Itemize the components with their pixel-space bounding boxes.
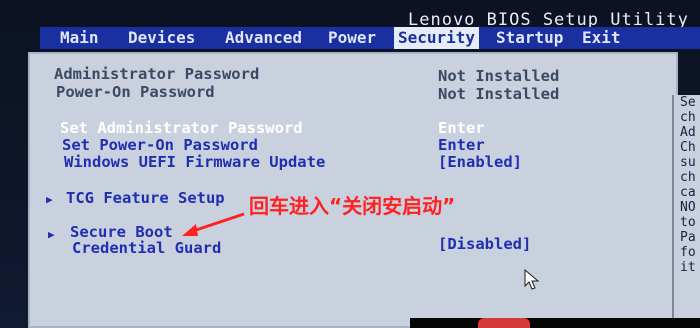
bios-screen: Lenovo BIOS Setup Utility Main Devices A… <box>0 0 700 328</box>
bottom-red-object <box>478 318 530 328</box>
help-line: Ch <box>680 140 696 155</box>
help-line: fo <box>680 245 696 260</box>
uefi-firmware-update[interactable]: Windows UEFI Firmware Update <box>64 153 325 171</box>
menu-power[interactable]: Power <box>328 27 376 49</box>
annotation-text: 回车进入“关闭安启动” <box>249 194 456 218</box>
admin-password-value: Not Installed <box>438 67 560 85</box>
set-admin-password[interactable]: Set Administrator Password <box>60 119 303 137</box>
menu-exit[interactable]: Exit <box>582 27 621 49</box>
tcg-submenu-arrow-icon: ▶ <box>46 193 53 206</box>
poweron-password-label: Power-On Password <box>56 83 215 101</box>
help-line: Se <box>680 95 696 110</box>
help-line: to <box>680 215 696 230</box>
help-line: Pa <box>680 230 696 245</box>
bottom-bezel <box>410 318 700 328</box>
help-line: NO <box>680 200 696 215</box>
help-line: ca <box>680 185 696 200</box>
menu-security[interactable]: Security <box>394 27 480 49</box>
uefi-firmware-update-value[interactable]: [Enabled] <box>438 153 522 171</box>
help-line: su <box>680 155 696 170</box>
help-panel: Se ch Ad Ch su ch ca NO to Pa fo it <box>672 95 700 328</box>
help-line: ch <box>680 110 696 125</box>
set-admin-password-value: Enter <box>438 119 485 137</box>
help-line: it <box>680 260 696 275</box>
help-line: ch <box>680 170 696 185</box>
tcg-feature-setup[interactable]: TCG Feature Setup <box>66 189 225 207</box>
credential-guard-value[interactable]: [Disabled] <box>438 235 531 253</box>
menu-startup[interactable]: Startup <box>496 27 563 49</box>
mouse-pointer-icon <box>524 269 540 290</box>
annotation-arrow-icon <box>182 212 245 236</box>
admin-password-label: Administrator Password <box>54 65 260 83</box>
menu-bar: Main Devices Advanced Power Security Sta… <box>40 27 700 49</box>
menu-devices[interactable]: Devices <box>128 27 195 49</box>
menu-main[interactable]: Main <box>60 27 99 49</box>
menu-advanced[interactable]: Advanced <box>225 27 302 49</box>
help-line: Ad <box>680 125 696 140</box>
poweron-password-value: Not Installed <box>438 85 560 103</box>
set-poweron-password-value: Enter <box>438 136 485 154</box>
set-poweron-password[interactable]: Set Power-On Password <box>62 136 258 154</box>
credential-guard[interactable]: Credential Guard <box>72 239 221 257</box>
secure-boot-submenu-arrow-icon: ▶ <box>48 228 55 241</box>
